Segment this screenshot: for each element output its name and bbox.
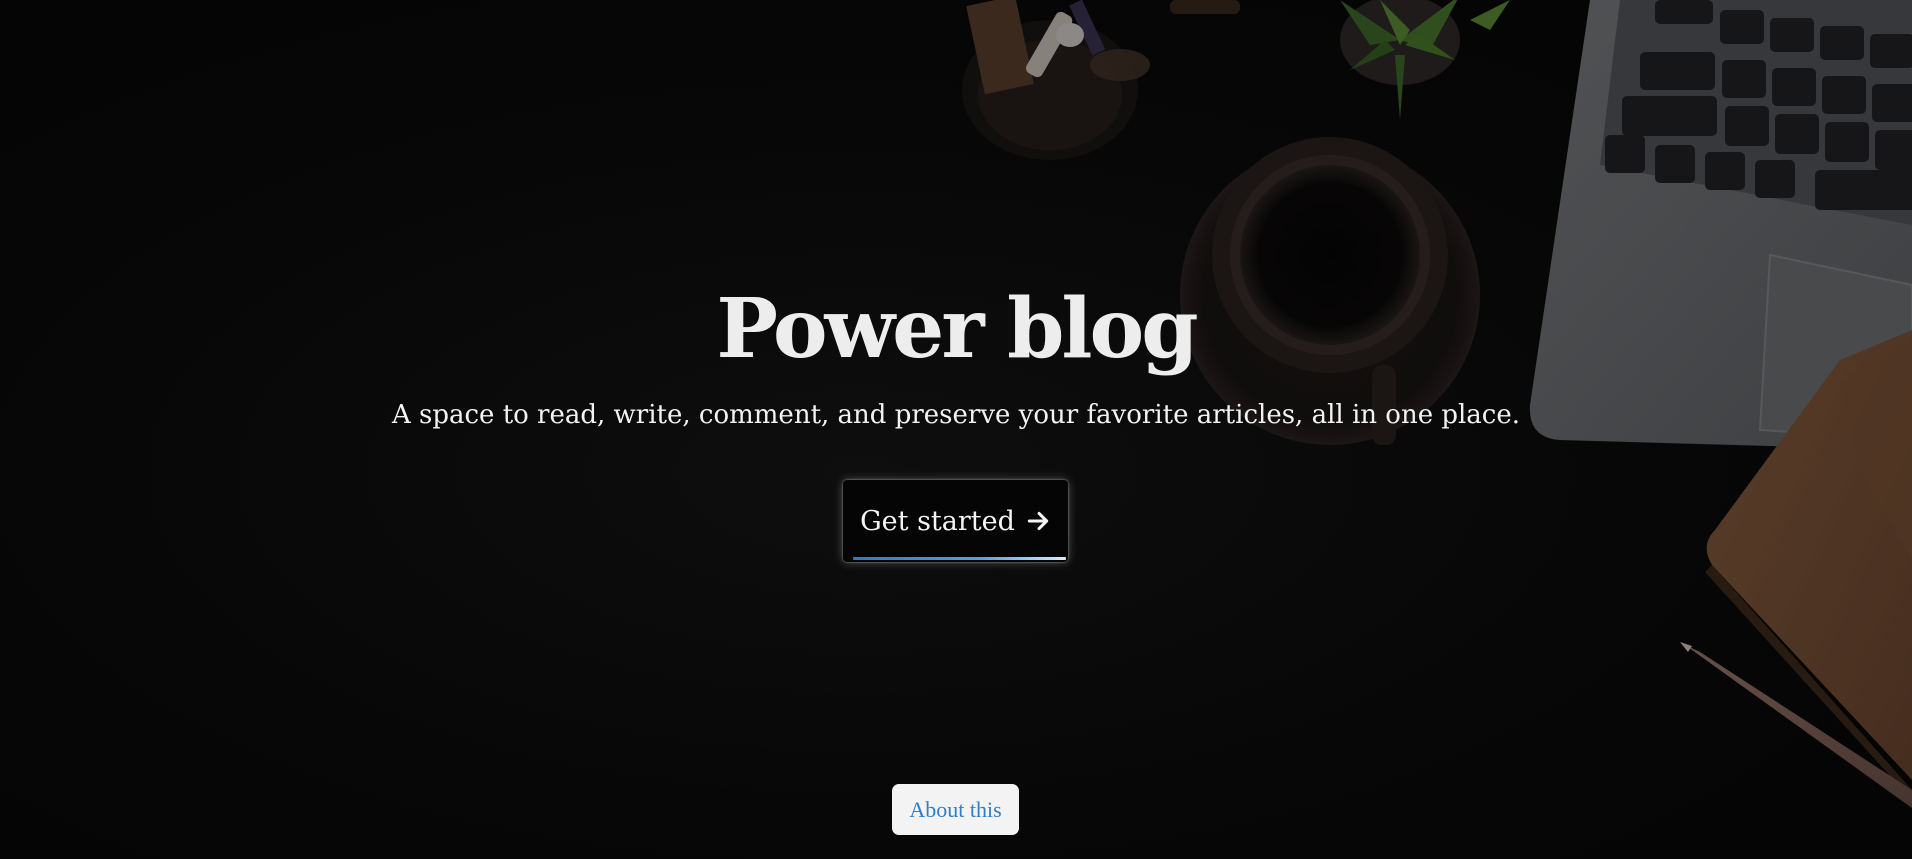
get-started-button[interactable]: Get started: [843, 480, 1068, 562]
button-underline-accent: [853, 557, 1066, 560]
page-title: Power blog: [716, 281, 1198, 377]
hero-section: Power blog A space to read, write, comme…: [0, 0, 1912, 859]
about-this-button[interactable]: About this: [892, 784, 1019, 835]
hero-content: Power blog A space to read, write, comme…: [0, 0, 1912, 859]
arrow-right-icon: [1027, 511, 1049, 531]
page-subtitle: A space to read, write, comment, and pre…: [391, 400, 1521, 430]
get-started-label: Get started: [860, 505, 1015, 537]
